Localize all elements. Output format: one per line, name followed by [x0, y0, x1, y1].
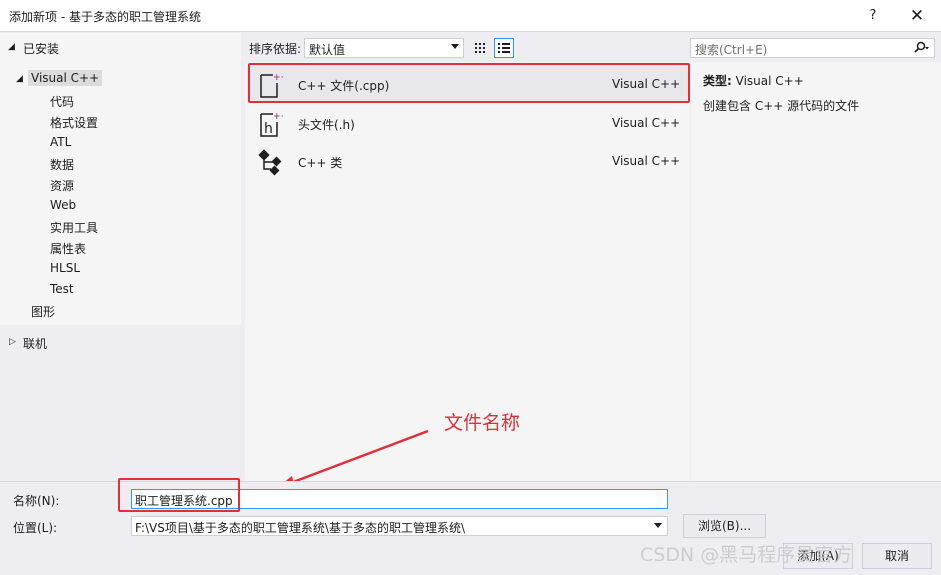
- list-view-button[interactable]: [494, 38, 514, 58]
- search-input[interactable]: 搜索(Ctrl+E): [690, 38, 935, 58]
- sort-select[interactable]: 默认值: [304, 38, 464, 58]
- highlight-box-name: [118, 478, 240, 512]
- svg-text:h: h: [264, 121, 273, 137]
- template-item-cpp-class[interactable]: C++ 类 Visual C++: [247, 142, 689, 180]
- help-button[interactable]: ?: [858, 4, 888, 28]
- template-description: 创建包含 C++ 源代码的文件: [703, 99, 860, 113]
- search-icon[interactable]: [912, 41, 930, 55]
- watermark: CSDN @黑马程序员官方: [640, 544, 853, 566]
- tree-item-formatting[interactable]: 格式设置: [50, 114, 98, 131]
- sort-label: 排序依据:: [249, 42, 302, 56]
- visual-cpp-expand-icon[interactable]: ◢: [16, 74, 23, 84]
- installed-expand-icon[interactable]: ◢: [8, 42, 15, 52]
- type-info: 类型: Visual C++: [703, 72, 804, 89]
- list-view-icon: [498, 43, 510, 53]
- tree-item-installed[interactable]: 已安装: [23, 40, 59, 57]
- chevron-down-icon[interactable]: [654, 523, 662, 528]
- tree-item-property-sheet[interactable]: 属性表: [50, 240, 86, 257]
- cancel-button[interactable]: 取消: [862, 543, 932, 569]
- tree-item-data[interactable]: 数据: [50, 156, 74, 173]
- tree-item-online[interactable]: 联机: [23, 335, 47, 352]
- grid-view-button[interactable]: [470, 38, 490, 58]
- type-value: Visual C++: [735, 74, 804, 88]
- tree-item-resource[interactable]: 资源: [50, 177, 74, 194]
- tree-item-graphics[interactable]: 图形: [31, 303, 55, 320]
- tree-item-web[interactable]: Web: [50, 198, 76, 212]
- tree-item-atl[interactable]: ATL: [50, 135, 71, 149]
- tree-item-visual-cpp[interactable]: Visual C++: [28, 70, 103, 86]
- cpp-class-icon: [257, 148, 283, 176]
- tree-item-utility[interactable]: 实用工具: [50, 219, 98, 236]
- template-language: Visual C++: [612, 154, 681, 168]
- sort-select-value: 默认值: [309, 43, 346, 57]
- type-label: 类型:: [703, 74, 732, 88]
- search-placeholder: 搜索(Ctrl+E): [695, 43, 768, 57]
- template-name: C++ 类: [298, 156, 343, 170]
- annotation-label: 文件名称: [444, 412, 521, 434]
- header-file-icon: h ++: [257, 110, 288, 138]
- title-bar: 添加新项 - 基于多态的职工管理系统 ? ✕: [0, 0, 941, 32]
- name-label: 名称(N):: [13, 494, 60, 508]
- window-title: 添加新项 - 基于多态的职工管理系统: [9, 10, 201, 24]
- tree-item-hlsl[interactable]: HLSL: [50, 261, 80, 275]
- tree-item-code[interactable]: 代码: [50, 93, 74, 110]
- details-pane: [691, 62, 941, 481]
- template-name: 头文件(.h): [298, 118, 355, 132]
- browse-button[interactable]: 浏览(B)...: [683, 514, 766, 538]
- highlight-box-template: [248, 63, 690, 103]
- location-label: 位置(L):: [13, 521, 58, 535]
- online-expand-icon[interactable]: ▷: [9, 337, 16, 347]
- template-language: Visual C++: [612, 116, 681, 130]
- template-item-header-file[interactable]: h ++ 头文件(.h) Visual C++: [247, 104, 689, 142]
- location-field[interactable]: F:\VS项目\基于多态的职工管理系统\基于多态的职工管理系统\: [131, 516, 668, 536]
- svg-text:++: ++: [273, 112, 283, 122]
- location-value: F:\VS项目\基于多态的职工管理系统\基于多态的职工管理系统\: [135, 521, 466, 535]
- chevron-down-icon: [451, 44, 459, 49]
- tree-item-test[interactable]: Test: [50, 282, 74, 296]
- grid-view-icon: [475, 43, 485, 53]
- close-button[interactable]: ✕: [902, 4, 932, 28]
